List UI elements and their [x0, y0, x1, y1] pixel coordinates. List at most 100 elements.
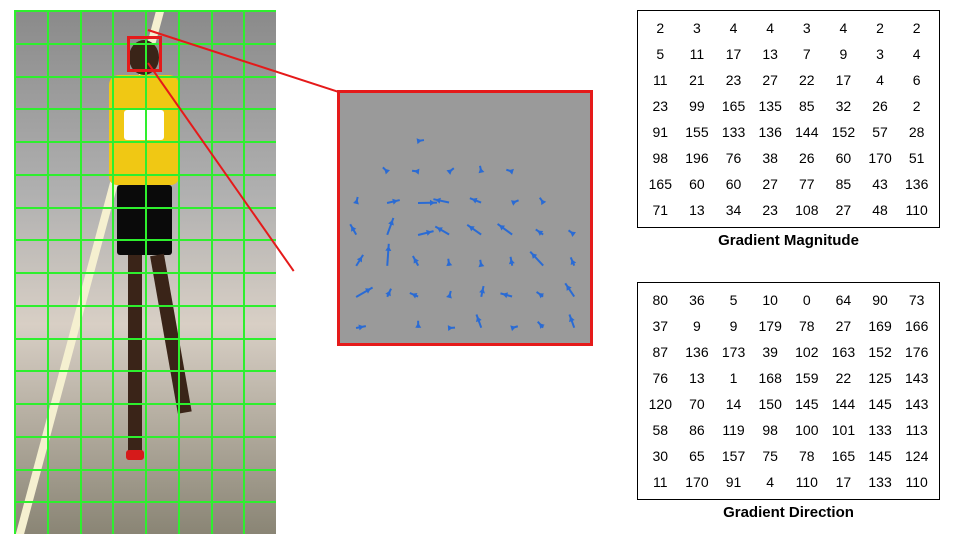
zoomed-cell-patch	[337, 90, 593, 346]
matrix-cell: 145	[789, 396, 826, 412]
matrix-cell: 110	[898, 202, 935, 218]
matrix-cell: 23	[715, 72, 752, 88]
matrix-cell: 157	[715, 448, 752, 464]
matrix-cell: 7	[789, 46, 826, 62]
matrix-cell: 23	[752, 202, 789, 218]
matrix-cell: 113	[898, 422, 935, 438]
matrix-cell: 9	[715, 318, 752, 334]
matrix-cell: 27	[825, 202, 862, 218]
gradient-direction-label: Gradient Direction	[637, 504, 940, 521]
matrix-cell: 152	[862, 344, 899, 360]
matrix-cell: 136	[679, 344, 716, 360]
matrix-cell: 11	[679, 46, 716, 62]
matrix-cell: 98	[752, 422, 789, 438]
matrix-cell: 27	[752, 72, 789, 88]
matrix-cell: 27	[825, 318, 862, 334]
matrix-cell: 168	[752, 370, 789, 386]
matrix-cell: 10	[752, 292, 789, 308]
matrix-cell: 91	[715, 474, 752, 490]
matrix-cell: 125	[862, 370, 899, 386]
matrix-cell: 76	[642, 370, 679, 386]
selected-cell-box	[127, 36, 162, 72]
matrix-cell: 159	[789, 370, 826, 386]
matrix-cell: 2	[642, 20, 679, 36]
matrix-cell: 64	[825, 292, 862, 308]
matrix-cell: 14	[715, 396, 752, 412]
matrix-cell: 176	[898, 344, 935, 360]
matrix-cell: 80	[642, 292, 679, 308]
matrix-cell: 165	[825, 448, 862, 464]
matrix-cell: 145	[862, 448, 899, 464]
matrix-cell: 13	[679, 202, 716, 218]
matrix-cell: 34	[715, 202, 752, 218]
matrix-cell: 85	[825, 176, 862, 192]
matrix-cell: 36	[679, 292, 716, 308]
gradient-magnitude-matrix: 2344342251117137934112123272217462399165…	[637, 10, 940, 228]
gradient-direction-matrix: 8036510064907337991797827169166871361733…	[637, 282, 940, 500]
matrix-cell: 9	[825, 46, 862, 62]
matrix-cell: 119	[715, 422, 752, 438]
matrix-cell: 39	[752, 344, 789, 360]
matrix-cell: 4	[715, 20, 752, 36]
matrix-cell: 169	[862, 318, 899, 334]
matrix-cell: 170	[862, 150, 899, 166]
matrix-cell: 155	[679, 124, 716, 140]
matrix-cell: 76	[715, 150, 752, 166]
matrix-cell: 165	[642, 176, 679, 192]
matrix-cell: 163	[825, 344, 862, 360]
matrix-cell: 22	[789, 72, 826, 88]
matrix-cell: 48	[862, 202, 899, 218]
matrix-cell: 85	[789, 98, 826, 114]
matrix-cell: 4	[752, 20, 789, 36]
matrix-cell: 37	[642, 318, 679, 334]
matrix-cell: 5	[715, 292, 752, 308]
matrix-cell: 133	[862, 474, 899, 490]
matrix-cell: 51	[898, 150, 935, 166]
matrix-cell: 28	[898, 124, 935, 140]
matrix-cell: 102	[789, 344, 826, 360]
matrix-cell: 5	[642, 46, 679, 62]
matrix-cell: 11	[642, 474, 679, 490]
matrix-cell: 70	[679, 396, 716, 412]
matrix-cell: 144	[825, 396, 862, 412]
matrix-cell: 13	[752, 46, 789, 62]
matrix-cell: 143	[898, 396, 935, 412]
matrix-cell: 87	[642, 344, 679, 360]
matrix-cell: 4	[898, 46, 935, 62]
matrix-cell: 65	[679, 448, 716, 464]
matrix-cell: 75	[752, 448, 789, 464]
matrix-cell: 2	[898, 20, 935, 36]
matrix-cell: 26	[789, 150, 826, 166]
matrix-cell: 3	[789, 20, 826, 36]
matrix-cell: 17	[825, 474, 862, 490]
matrix-cell: 58	[642, 422, 679, 438]
matrix-cell: 173	[715, 344, 752, 360]
matrix-cell: 135	[752, 98, 789, 114]
gradient-magnitude-label: Gradient Magnitude	[637, 232, 940, 249]
matrix-cell: 166	[898, 318, 935, 334]
matrix-cell: 124	[898, 448, 935, 464]
matrix-cell: 60	[679, 176, 716, 192]
matrix-cell: 108	[789, 202, 826, 218]
matrix-cell: 91	[642, 124, 679, 140]
matrix-cell: 71	[642, 202, 679, 218]
matrix-cell: 144	[789, 124, 826, 140]
matrix-cell: 23	[642, 98, 679, 114]
matrix-cell: 57	[862, 124, 899, 140]
matrix-cell: 2	[862, 20, 899, 36]
gradient-arrows-overlay	[340, 93, 590, 343]
matrix-cell: 0	[789, 292, 826, 308]
matrix-cell: 196	[679, 150, 716, 166]
matrix-cell: 110	[898, 474, 935, 490]
matrix-cell: 22	[825, 370, 862, 386]
matrix-cell: 78	[789, 318, 826, 334]
matrix-cell: 43	[862, 176, 899, 192]
matrix-cell: 4	[752, 474, 789, 490]
matrix-cell: 136	[752, 124, 789, 140]
matrix-cell: 26	[862, 98, 899, 114]
matrix-cell: 6	[898, 72, 935, 88]
matrix-cell: 98	[642, 150, 679, 166]
matrix-cell: 90	[862, 292, 899, 308]
matrix-cell: 78	[789, 448, 826, 464]
matrix-cell: 21	[679, 72, 716, 88]
